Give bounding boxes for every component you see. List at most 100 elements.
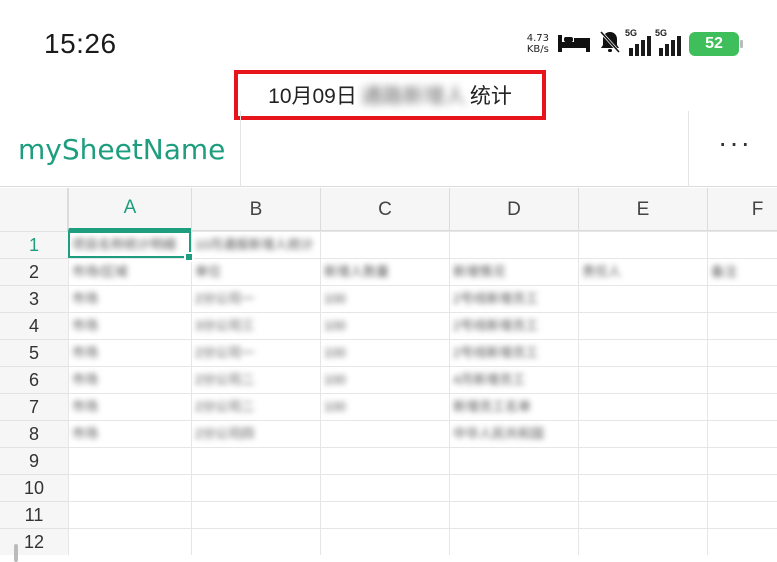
cell-b1[interactable]: 10月通报新增人统计 <box>191 231 320 258</box>
column-header-c[interactable]: C <box>320 188 449 231</box>
cell-f5[interactable] <box>707 339 777 366</box>
row-header-10[interactable]: 10 <box>0 474 68 501</box>
cell-d12[interactable] <box>449 528 578 555</box>
document-title-prefix: 10月09日 <box>268 85 357 108</box>
cell-c6[interactable]: 100 <box>320 366 449 393</box>
cell-text: 项目名称统计明细 <box>72 237 177 252</box>
cell-c1[interactable] <box>320 231 449 258</box>
column-header-d[interactable]: D <box>449 188 578 231</box>
cell-d3[interactable]: 2号线新增员工 <box>449 285 578 312</box>
fill-handle[interactable] <box>184 252 194 262</box>
cell-d1[interactable] <box>449 231 578 258</box>
cell-e9[interactable] <box>578 447 707 474</box>
cell-e12[interactable] <box>578 528 707 555</box>
spreadsheet-grid[interactable]: A B C D E F 1 项目名称统计明细 10月通报新增人统计 2 市场/区域 单位 新增人数量 新增… <box>0 188 777 562</box>
column-header-a[interactable]: A <box>68 188 191 231</box>
cell-e11[interactable] <box>578 501 707 528</box>
cell-b11[interactable] <box>191 501 320 528</box>
cell-a6[interactable]: 市场 <box>68 366 191 393</box>
cell-b4[interactable]: 3分公司三 <box>191 312 320 339</box>
row-header-4[interactable]: 4 <box>0 312 68 339</box>
row-header-5[interactable]: 5 <box>0 339 68 366</box>
cell-f6[interactable] <box>707 366 777 393</box>
cell-c2[interactable]: 新增人数量 <box>320 258 449 285</box>
cell-e4[interactable] <box>578 312 707 339</box>
row-header-9[interactable]: 9 <box>0 447 68 474</box>
cell-d2[interactable]: 新增情况 <box>449 258 578 285</box>
cell-f3[interactable] <box>707 285 777 312</box>
select-all-corner[interactable] <box>0 188 68 231</box>
cell-e10[interactable] <box>578 474 707 501</box>
cell-f12[interactable] <box>707 528 777 555</box>
cell-e3[interactable] <box>578 285 707 312</box>
cell-d4[interactable]: 2号线新增员工 <box>449 312 578 339</box>
cell-e8[interactable] <box>578 420 707 447</box>
cell-f10[interactable] <box>707 474 777 501</box>
cell-c7[interactable]: 100 <box>320 393 449 420</box>
cell-f9[interactable] <box>707 447 777 474</box>
cell-a2[interactable]: 市场/区域 <box>68 258 191 285</box>
column-header-b[interactable]: B <box>191 188 320 231</box>
battery-level: 52 <box>705 35 723 52</box>
cell-a9[interactable] <box>68 447 191 474</box>
cell-c3[interactable]: 100 <box>320 285 449 312</box>
cell-b7[interactable]: 2分公司二 <box>191 393 320 420</box>
cell-e5[interactable] <box>578 339 707 366</box>
cell-a11[interactable] <box>68 501 191 528</box>
cell-b3[interactable]: 2分公司一 <box>191 285 320 312</box>
cell-a7[interactable]: 市场 <box>68 393 191 420</box>
network-speed-unit: KB/s <box>526 44 549 55</box>
sheet-tab-active[interactable]: mySheetName <box>18 133 225 166</box>
cell-f7[interactable] <box>707 393 777 420</box>
cell-f4[interactable] <box>707 312 777 339</box>
cell-a1[interactable]: 项目名称统计明细 <box>68 231 191 258</box>
row-header-7[interactable]: 7 <box>0 393 68 420</box>
cell-b5[interactable]: 2分公司一 <box>191 339 320 366</box>
cell-c8[interactable] <box>320 420 449 447</box>
row-header-3[interactable]: 3 <box>0 285 68 312</box>
cell-d7[interactable]: 新增员工名单 <box>449 393 578 420</box>
cell-d11[interactable] <box>449 501 578 528</box>
cell-c9[interactable] <box>320 447 449 474</box>
cell-b10[interactable] <box>191 474 320 501</box>
cell-d10[interactable] <box>449 474 578 501</box>
cell-b2[interactable]: 单位 <box>191 258 320 285</box>
cell-c5[interactable]: 100 <box>320 339 449 366</box>
cell-f11[interactable] <box>707 501 777 528</box>
cell-b6[interactable]: 2分公司二 <box>191 366 320 393</box>
cell-a12[interactable] <box>68 528 191 555</box>
cell-c11[interactable] <box>320 501 449 528</box>
row-header-12[interactable]: 12 <box>0 528 68 555</box>
row-header-2[interactable]: 2 <box>0 258 68 285</box>
column-header-e[interactable]: E <box>578 188 707 231</box>
cell-f2[interactable]: 备注 <box>707 258 777 285</box>
cell-c4[interactable]: 100 <box>320 312 449 339</box>
row-header-8[interactable]: 8 <box>0 420 68 447</box>
cell-a8[interactable]: 市场 <box>68 420 191 447</box>
cell-c12[interactable] <box>320 528 449 555</box>
cell-d5[interactable]: 2号线新增员工 <box>449 339 578 366</box>
row-header-11[interactable]: 11 <box>0 501 68 528</box>
cell-c10[interactable] <box>320 474 449 501</box>
cell-a10[interactable] <box>68 474 191 501</box>
row-header-6[interactable]: 6 <box>0 366 68 393</box>
cell-f1[interactable] <box>707 231 777 258</box>
cell-a3[interactable]: 市场 <box>68 285 191 312</box>
cell-b9[interactable] <box>191 447 320 474</box>
scrollbar[interactable] <box>14 544 18 562</box>
cell-a5[interactable]: 市场 <box>68 339 191 366</box>
cell-d9[interactable] <box>449 447 578 474</box>
cell-b12[interactable] <box>191 528 320 555</box>
cell-e6[interactable] <box>578 366 707 393</box>
row-header-1[interactable]: 1 <box>0 231 68 258</box>
cell-b8[interactable]: 2分公司四 <box>191 420 320 447</box>
cell-f8[interactable] <box>707 420 777 447</box>
column-header-f[interactable]: F <box>707 188 777 231</box>
cell-e1[interactable] <box>578 231 707 258</box>
cell-d6[interactable]: 4月新增员工 <box>449 366 578 393</box>
cell-e2[interactable]: 责任人 <box>578 258 707 285</box>
cell-d8[interactable]: 中华人民共和国 <box>449 420 578 447</box>
cell-e7[interactable] <box>578 393 707 420</box>
cell-a4[interactable]: 市场 <box>68 312 191 339</box>
more-options-button[interactable]: ··· <box>700 129 770 167</box>
